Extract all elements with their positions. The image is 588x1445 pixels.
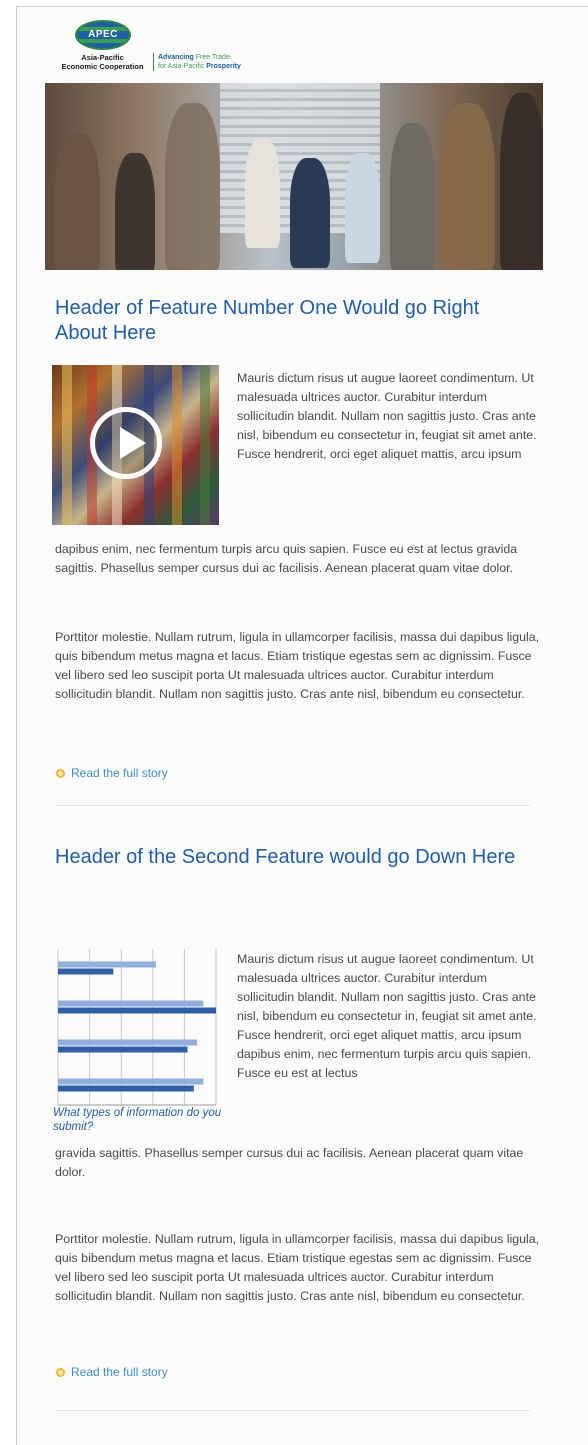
feature2-chart-caption: What types of information do you submit?: [53, 1107, 222, 1133]
feature2-paragraph2: Porttitor molestie. Nullam rutrum, ligul…: [55, 1232, 540, 1303]
play-icon[interactable]: [90, 407, 162, 479]
feature2-paragraph1: Mauris dictum risus ut augue laoreet con…: [237, 952, 537, 1080]
chart-bar: [58, 1000, 204, 1007]
feature1-read-more-label[interactable]: Read the full story: [71, 766, 168, 780]
feature2-read-more-link[interactable]: Read the full story: [56, 1365, 168, 1379]
logo-divider: [153, 53, 154, 71]
org-name: Asia-Pacific Economic Cooperation: [55, 53, 150, 71]
chart-bar: [58, 1007, 216, 1014]
tagline: Advancing Free Trade for Asia-Pacific Pr…: [158, 53, 241, 71]
feature1-paragraph1: Mauris dictum risus ut augue laoreet con…: [237, 371, 537, 461]
chart-bar: [58, 1039, 198, 1046]
section-divider: [55, 805, 530, 806]
feature1-title[interactable]: Header of Feature Number One Would go Ri…: [55, 296, 525, 346]
section-divider-bottom: [55, 1410, 530, 1411]
feature1-paragraph1-continued: dapibus enim, nec fermentum turpis arcu …: [55, 542, 518, 575]
feature1-paragraph2: Porttitor molestie. Nullam rutrum, ligul…: [55, 630, 540, 701]
feature2-paragraph1-continued: gravida sagittis. Phasellus semper cursu…: [55, 1146, 524, 1179]
feature2-read-more-label[interactable]: Read the full story: [71, 1365, 168, 1379]
org-name-line1: Asia-Pacific: [81, 53, 124, 62]
apec-logo[interactable]: APEC Asia-Pacific Economic Cooperation A…: [55, 20, 265, 80]
chart-bar: [58, 1085, 194, 1092]
tagline-for-asia-pacific: for Asia-Pacific: [158, 63, 207, 70]
tagline-prosperity: Prosperity: [206, 63, 241, 70]
org-name-line2: Economic Cooperation: [61, 62, 144, 71]
tagline-free-trade: Free Trade: [195, 54, 230, 61]
emblem-text: APEC: [88, 29, 118, 40]
feature2-title[interactable]: Header of the Second Feature would go Do…: [55, 845, 525, 870]
feature2-bar-chart: [57, 949, 217, 1106]
feature1-video-thumbnail[interactable]: [52, 365, 219, 525]
circle-bullet-icon: [56, 1367, 65, 1377]
hero-image: [45, 83, 543, 270]
circle-bullet-icon: [56, 768, 65, 778]
chart-bar: [58, 968, 114, 975]
chart-bar: [58, 1078, 204, 1085]
feature1-read-more-link[interactable]: Read the full story: [56, 766, 168, 780]
chart-bar: [58, 961, 156, 968]
chart-bar: [58, 1046, 188, 1053]
tagline-advancing: Advancing: [158, 54, 196, 61]
apec-emblem-icon: APEC: [75, 20, 131, 50]
